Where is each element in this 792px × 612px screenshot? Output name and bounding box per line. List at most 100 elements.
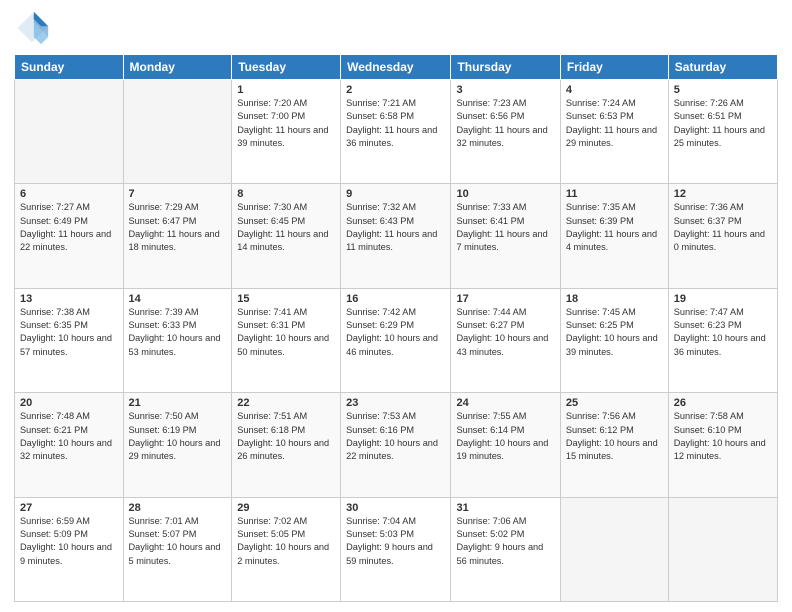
calendar-cell [123,80,232,184]
calendar-cell: 4Sunrise: 7:24 AMSunset: 6:53 PMDaylight… [560,80,668,184]
day-of-week-header: Wednesday [341,55,451,80]
calendar-cell: 22Sunrise: 7:51 AMSunset: 6:18 PMDayligh… [232,393,341,497]
day-number: 18 [566,293,663,305]
day-number: 25 [566,397,663,409]
day-info: Sunrise: 7:44 AMSunset: 6:27 PMDaylight:… [456,306,554,359]
day-number: 13 [20,293,118,305]
day-number: 3 [456,84,554,96]
calendar-cell [15,80,124,184]
calendar-cell: 3Sunrise: 7:23 AMSunset: 6:56 PMDaylight… [451,80,560,184]
day-of-week-header: Tuesday [232,55,341,80]
day-number: 14 [129,293,227,305]
calendar-cell: 10Sunrise: 7:33 AMSunset: 6:41 PMDayligh… [451,184,560,288]
day-info: Sunrise: 7:30 AMSunset: 6:45 PMDaylight:… [237,201,335,254]
day-number: 19 [674,293,772,305]
day-number: 30 [346,502,445,514]
day-info: Sunrise: 7:23 AMSunset: 6:56 PMDaylight:… [456,97,554,150]
calendar-cell: 17Sunrise: 7:44 AMSunset: 6:27 PMDayligh… [451,288,560,392]
day-info: Sunrise: 7:27 AMSunset: 6:49 PMDaylight:… [20,201,118,254]
calendar-cell: 14Sunrise: 7:39 AMSunset: 6:33 PMDayligh… [123,288,232,392]
day-number: 12 [674,188,772,200]
day-number: 27 [20,502,118,514]
day-of-week-header: Monday [123,55,232,80]
calendar-cell: 1Sunrise: 7:20 AMSunset: 7:00 PMDaylight… [232,80,341,184]
day-info: Sunrise: 7:20 AMSunset: 7:00 PMDaylight:… [237,97,335,150]
calendar-cell: 6Sunrise: 7:27 AMSunset: 6:49 PMDaylight… [15,184,124,288]
day-info: Sunrise: 7:48 AMSunset: 6:21 PMDaylight:… [20,410,118,463]
day-info: Sunrise: 7:04 AMSunset: 5:03 PMDaylight:… [346,515,445,568]
calendar-cell [668,497,777,601]
day-number: 23 [346,397,445,409]
calendar-cell: 31Sunrise: 7:06 AMSunset: 5:02 PMDayligh… [451,497,560,601]
calendar-cell: 12Sunrise: 7:36 AMSunset: 6:37 PMDayligh… [668,184,777,288]
logo [14,10,54,46]
day-info: Sunrise: 7:02 AMSunset: 5:05 PMDaylight:… [237,515,335,568]
day-info: Sunrise: 7:24 AMSunset: 6:53 PMDaylight:… [566,97,663,150]
calendar-cell: 24Sunrise: 7:55 AMSunset: 6:14 PMDayligh… [451,393,560,497]
day-of-week-header: Saturday [668,55,777,80]
calendar-cell: 19Sunrise: 7:47 AMSunset: 6:23 PMDayligh… [668,288,777,392]
calendar-cell: 25Sunrise: 7:56 AMSunset: 6:12 PMDayligh… [560,393,668,497]
day-number: 11 [566,188,663,200]
day-number: 8 [237,188,335,200]
day-info: Sunrise: 7:29 AMSunset: 6:47 PMDaylight:… [129,201,227,254]
day-info: Sunrise: 7:56 AMSunset: 6:12 PMDaylight:… [566,410,663,463]
day-info: Sunrise: 7:41 AMSunset: 6:31 PMDaylight:… [237,306,335,359]
day-info: Sunrise: 7:01 AMSunset: 5:07 PMDaylight:… [129,515,227,568]
day-info: Sunrise: 7:47 AMSunset: 6:23 PMDaylight:… [674,306,772,359]
day-number: 26 [674,397,772,409]
day-info: Sunrise: 7:58 AMSunset: 6:10 PMDaylight:… [674,410,772,463]
calendar-week-row: 13Sunrise: 7:38 AMSunset: 6:35 PMDayligh… [15,288,778,392]
day-info: Sunrise: 6:59 AMSunset: 5:09 PMDaylight:… [20,515,118,568]
day-info: Sunrise: 7:33 AMSunset: 6:41 PMDaylight:… [456,201,554,254]
day-info: Sunrise: 7:21 AMSunset: 6:58 PMDaylight:… [346,97,445,150]
page: SundayMondayTuesdayWednesdayThursdayFrid… [0,0,792,612]
calendar-header-row: SundayMondayTuesdayWednesdayThursdayFrid… [15,55,778,80]
day-info: Sunrise: 7:06 AMSunset: 5:02 PMDaylight:… [456,515,554,568]
day-number: 2 [346,84,445,96]
calendar-cell: 30Sunrise: 7:04 AMSunset: 5:03 PMDayligh… [341,497,451,601]
calendar-cell: 18Sunrise: 7:45 AMSunset: 6:25 PMDayligh… [560,288,668,392]
header [14,10,778,46]
calendar-cell: 15Sunrise: 7:41 AMSunset: 6:31 PMDayligh… [232,288,341,392]
day-number: 10 [456,188,554,200]
day-number: 16 [346,293,445,305]
day-number: 4 [566,84,663,96]
day-info: Sunrise: 7:39 AMSunset: 6:33 PMDaylight:… [129,306,227,359]
day-of-week-header: Sunday [15,55,124,80]
day-number: 21 [129,397,227,409]
day-number: 28 [129,502,227,514]
day-number: 1 [237,84,335,96]
calendar-cell: 9Sunrise: 7:32 AMSunset: 6:43 PMDaylight… [341,184,451,288]
day-of-week-header: Thursday [451,55,560,80]
day-info: Sunrise: 7:42 AMSunset: 6:29 PMDaylight:… [346,306,445,359]
calendar-week-row: 6Sunrise: 7:27 AMSunset: 6:49 PMDaylight… [15,184,778,288]
calendar-cell: 20Sunrise: 7:48 AMSunset: 6:21 PMDayligh… [15,393,124,497]
day-number: 7 [129,188,227,200]
calendar-cell: 27Sunrise: 6:59 AMSunset: 5:09 PMDayligh… [15,497,124,601]
day-info: Sunrise: 7:55 AMSunset: 6:14 PMDaylight:… [456,410,554,463]
calendar-table: SundayMondayTuesdayWednesdayThursdayFrid… [14,54,778,602]
logo-icon [14,10,50,46]
calendar-cell: 7Sunrise: 7:29 AMSunset: 6:47 PMDaylight… [123,184,232,288]
day-number: 5 [674,84,772,96]
day-info: Sunrise: 7:45 AMSunset: 6:25 PMDaylight:… [566,306,663,359]
day-info: Sunrise: 7:36 AMSunset: 6:37 PMDaylight:… [674,201,772,254]
day-number: 22 [237,397,335,409]
calendar-cell: 2Sunrise: 7:21 AMSunset: 6:58 PMDaylight… [341,80,451,184]
day-number: 9 [346,188,445,200]
calendar-cell: 29Sunrise: 7:02 AMSunset: 5:05 PMDayligh… [232,497,341,601]
day-info: Sunrise: 7:35 AMSunset: 6:39 PMDaylight:… [566,201,663,254]
day-number: 29 [237,502,335,514]
day-info: Sunrise: 7:51 AMSunset: 6:18 PMDaylight:… [237,410,335,463]
day-info: Sunrise: 7:26 AMSunset: 6:51 PMDaylight:… [674,97,772,150]
calendar-cell: 13Sunrise: 7:38 AMSunset: 6:35 PMDayligh… [15,288,124,392]
calendar-cell: 11Sunrise: 7:35 AMSunset: 6:39 PMDayligh… [560,184,668,288]
calendar-cell: 28Sunrise: 7:01 AMSunset: 5:07 PMDayligh… [123,497,232,601]
day-info: Sunrise: 7:38 AMSunset: 6:35 PMDaylight:… [20,306,118,359]
day-number: 31 [456,502,554,514]
calendar-body: 1Sunrise: 7:20 AMSunset: 7:00 PMDaylight… [15,80,778,602]
day-info: Sunrise: 7:53 AMSunset: 6:16 PMDaylight:… [346,410,445,463]
day-of-week-header: Friday [560,55,668,80]
calendar-week-row: 1Sunrise: 7:20 AMSunset: 7:00 PMDaylight… [15,80,778,184]
